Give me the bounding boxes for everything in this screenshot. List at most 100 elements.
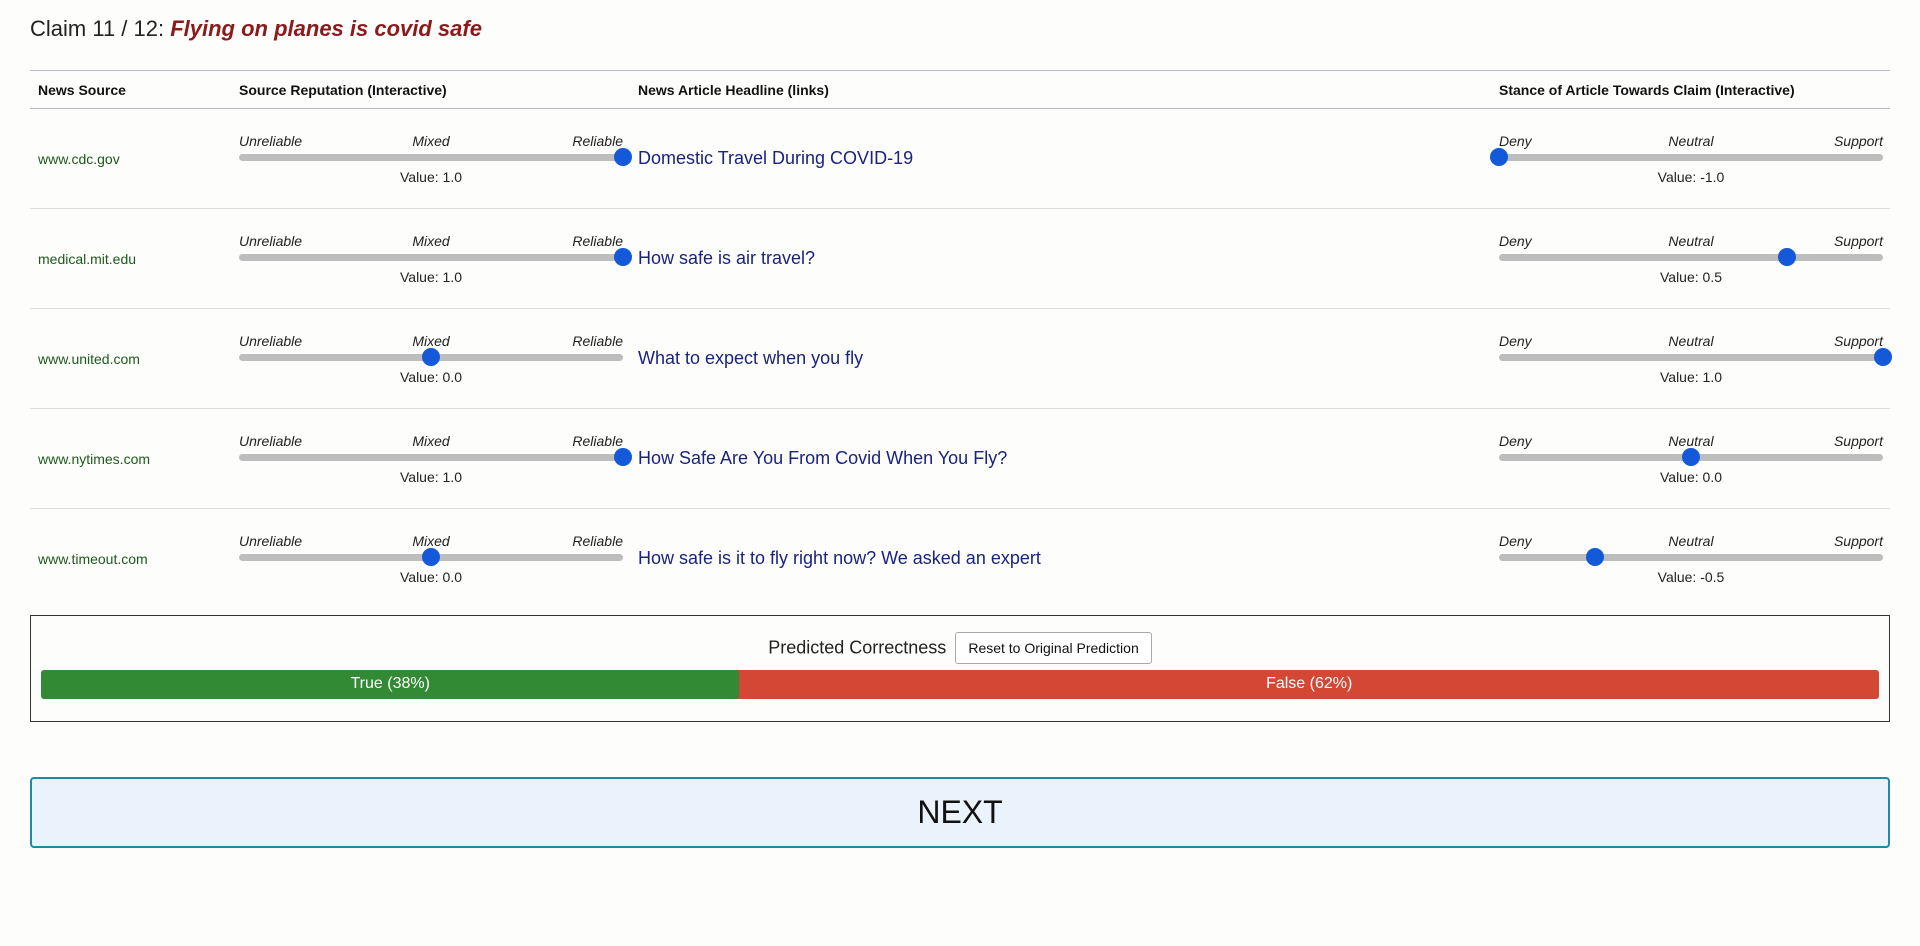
next-button[interactable]: NEXT: [30, 776, 1890, 848]
stance-slider-handle[interactable]: [1490, 147, 1508, 166]
reputation-value-prefix: Value:: [399, 568, 443, 585]
stance-slider-track[interactable]: [1499, 153, 1883, 161]
stance-slider-handle[interactable]: [1778, 247, 1796, 266]
stance-cell: Deny Neutral Support Value: 0.0: [1499, 409, 1890, 509]
reputation-value-prefix: Value:: [399, 368, 443, 385]
header-news-source: News Source: [30, 70, 239, 109]
reputation-value-number: 1.0: [442, 268, 462, 285]
reputation-slider-handle[interactable]: [422, 547, 440, 566]
stance-label-low: Deny: [1499, 432, 1532, 449]
stance-label-high: Support: [1833, 232, 1883, 249]
table-row: www.united.com Unreliable Mixed Reliable…: [30, 309, 1892, 409]
headline-link[interactable]: What to expect when you fly: [638, 348, 863, 368]
stance-value-prefix: Value:: [1657, 568, 1701, 585]
reputation-scale-labels: Unreliable Mixed Reliable: [239, 533, 623, 549]
stance-value-number: -1.0: [1700, 168, 1725, 185]
reputation-cell: Unreliable Mixed Reliable Value: 1.0: [239, 109, 638, 209]
news-source: www.cdc.gov: [38, 150, 120, 167]
stance-slider[interactable]: Deny Neutral Support Value: 0.0: [1499, 429, 1883, 489]
headline-link[interactable]: How safe is it to fly right now? We aske…: [638, 548, 1041, 568]
headline-cell: Domestic Travel During COVID-19: [638, 109, 1499, 209]
stance-slider[interactable]: Deny Neutral Support Value: 1.0: [1499, 329, 1892, 389]
stance-label-mid: Neutral: [1668, 132, 1714, 149]
stance-label-high: Support: [1833, 132, 1883, 149]
reputation-label-high: Reliable: [572, 132, 623, 149]
reputation-value-prefix: Value:: [399, 468, 443, 485]
stance-label-high: Support: [1833, 432, 1883, 449]
stance-slider-track[interactable]: [1499, 553, 1883, 561]
reputation-slider[interactable]: Unreliable Mixed Reliable Value: 1.0: [239, 429, 632, 489]
stance-value-number: 0.0: [1702, 468, 1722, 485]
stance-label-mid: Neutral: [1668, 532, 1714, 549]
stance-cell: Deny Neutral Support Value: -0.5: [1499, 509, 1890, 609]
reputation-slider-track[interactable]: [239, 453, 623, 461]
reputation-label-low: Unreliable: [239, 232, 303, 249]
stance-value: Value: -1.0: [1499, 169, 1883, 185]
header-stance: Stance of Article Towards Claim (Interac…: [1499, 70, 1890, 109]
stance-slider[interactable]: Deny Neutral Support Value: -1.0: [1490, 129, 1883, 189]
reputation-label-mid: Mixed: [412, 232, 450, 249]
stance-scale-labels: Deny Neutral Support: [1499, 533, 1883, 549]
reputation-slider[interactable]: Unreliable Mixed Reliable Value: 1.0: [239, 229, 632, 289]
stance-slider-handle[interactable]: [1874, 347, 1892, 366]
reset-prediction-button[interactable]: Reset to Original Prediction: [955, 631, 1152, 664]
stance-slider[interactable]: Deny Neutral Support Value: 0.5: [1499, 229, 1883, 289]
stance-label-mid: Neutral: [1668, 432, 1714, 449]
reputation-slider-handle[interactable]: [614, 147, 632, 166]
stance-slider-handle[interactable]: [1586, 547, 1604, 566]
stance-slider-track[interactable]: [1499, 353, 1883, 361]
stance-value-prefix: Value:: [1657, 168, 1701, 185]
reputation-slider[interactable]: Unreliable Mixed Reliable Value: 0.0: [239, 329, 623, 389]
reputation-label-low: Unreliable: [239, 332, 303, 349]
reputation-slider-track[interactable]: [239, 253, 623, 261]
reputation-scale-labels: Unreliable Mixed Reliable: [239, 333, 623, 349]
reputation-label-high: Reliable: [572, 432, 623, 449]
reputation-slider-track[interactable]: [239, 153, 623, 161]
headline-cell: How safe is it to fly right now? We aske…: [638, 509, 1499, 609]
reputation-label-low: Unreliable: [239, 532, 303, 549]
reputation-value: Value: 0.0: [239, 369, 623, 385]
reputation-label-low: Unreliable: [239, 432, 303, 449]
claim-header: Claim 11 / 12: Flying on planes is covid…: [30, 16, 1890, 46]
stance-scale-labels: Deny Neutral Support: [1499, 333, 1883, 349]
headline-link[interactable]: How Safe Are You From Covid When You Fly…: [638, 448, 1007, 468]
stance-value-number: -0.5: [1700, 568, 1725, 585]
stance-slider-track[interactable]: [1499, 253, 1883, 261]
stance-slider[interactable]: Deny Neutral Support Value: -0.5: [1499, 529, 1883, 589]
reputation-slider-handle[interactable]: [614, 247, 632, 266]
table-row: www.cdc.gov Unreliable Mixed Reliable Va…: [30, 109, 1890, 209]
reputation-cell: Unreliable Mixed Reliable Value: 1.0: [239, 209, 638, 309]
stance-value-prefix: Value:: [1659, 268, 1703, 285]
reputation-label-mid: Mixed: [412, 532, 450, 549]
stance-label-low: Deny: [1499, 232, 1532, 249]
reputation-label-high: Reliable: [572, 232, 623, 249]
reputation-label-mid: Mixed: [412, 432, 450, 449]
stance-scale-labels: Deny Neutral Support: [1499, 233, 1883, 249]
table-header-row: News Source Source Reputation (Interacti…: [30, 70, 1890, 109]
reputation-scale-labels: Unreliable Mixed Reliable: [239, 133, 623, 149]
stance-value-prefix: Value:: [1659, 468, 1703, 485]
reputation-slider[interactable]: Unreliable Mixed Reliable Value: 0.0: [239, 529, 623, 589]
prediction-bar: True (38%) False (62%): [41, 669, 1879, 699]
headline-link[interactable]: Domestic Travel During COVID-19: [638, 148, 913, 168]
reputation-label-mid: Mixed: [412, 332, 450, 349]
stance-scale-labels: Deny Neutral Support: [1499, 133, 1883, 149]
stance-scale-labels: Deny Neutral Support: [1499, 433, 1883, 449]
stance-slider-handle[interactable]: [1682, 447, 1700, 466]
news-source: www.timeout.com: [38, 550, 148, 567]
reputation-value-number: 0.0: [442, 568, 462, 585]
news-source: medical.mit.edu: [38, 250, 137, 267]
headline-cell: How safe is air travel?: [638, 209, 1499, 309]
news-source: www.united.com: [38, 350, 140, 367]
headline-link[interactable]: How safe is air travel?: [638, 248, 815, 268]
stance-value: Value: 0.5: [1499, 269, 1883, 285]
reputation-slider-handle[interactable]: [614, 447, 632, 466]
reputation-slider-handle[interactable]: [422, 347, 440, 366]
reputation-value-prefix: Value:: [399, 268, 443, 285]
stance-label-mid: Neutral: [1668, 232, 1714, 249]
reputation-scale-labels: Unreliable Mixed Reliable: [239, 433, 623, 449]
reputation-slider[interactable]: Unreliable Mixed Reliable Value: 1.0: [239, 129, 632, 189]
stance-label-low: Deny: [1499, 132, 1532, 149]
reputation-value: Value: 1.0: [239, 469, 623, 485]
true-bar-segment: True (38%): [41, 669, 740, 699]
